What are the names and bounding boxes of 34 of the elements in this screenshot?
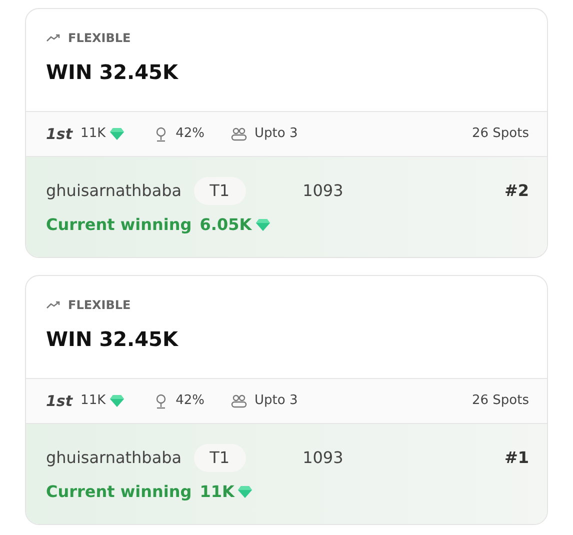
people-icon (230, 394, 247, 408)
spots-count: 26 Spots (472, 392, 529, 410)
winning-label: Current winning (46, 214, 192, 236)
contest-type: FLEXIBLE (68, 30, 131, 47)
winning-amount: 6.05K (200, 214, 252, 236)
contest-type: FLEXIBLE (68, 297, 131, 314)
spots-count: 26 Spots (472, 125, 529, 144)
diamond-icon (110, 395, 124, 407)
points: 1093 (302, 180, 344, 202)
rank: #2 (504, 180, 529, 202)
team-tag: T1 (194, 444, 246, 472)
prize-title: WIN 32.45K (46, 59, 180, 86)
rank: #1 (504, 447, 529, 469)
rank-label: 1st (46, 124, 73, 145)
first-prize: 11K (80, 125, 106, 144)
username: ghuisarnathbaba (46, 447, 182, 469)
diamond-icon (256, 219, 270, 231)
trend-icon (46, 34, 60, 42)
username: ghuisarnathbaba (46, 180, 182, 202)
win-percent: 42% (176, 125, 205, 144)
diamond-icon (110, 128, 124, 140)
diamond-icon (238, 486, 252, 498)
winning-label: Current winning (46, 481, 192, 503)
team-limit: Upto 3 (254, 125, 298, 144)
first-prize: 11K (80, 392, 106, 410)
winning-amount: 11K (200, 481, 234, 503)
team-limit: Upto 3 (254, 392, 298, 410)
rank-label: 1st (46, 390, 73, 412)
points: 1093 (302, 447, 344, 469)
prize-title: WIN 32.45K (46, 326, 180, 353)
people-icon (230, 127, 247, 141)
win-percent: 42% (176, 392, 205, 410)
trend-icon (46, 301, 60, 309)
team-tag: T1 (194, 177, 246, 205)
